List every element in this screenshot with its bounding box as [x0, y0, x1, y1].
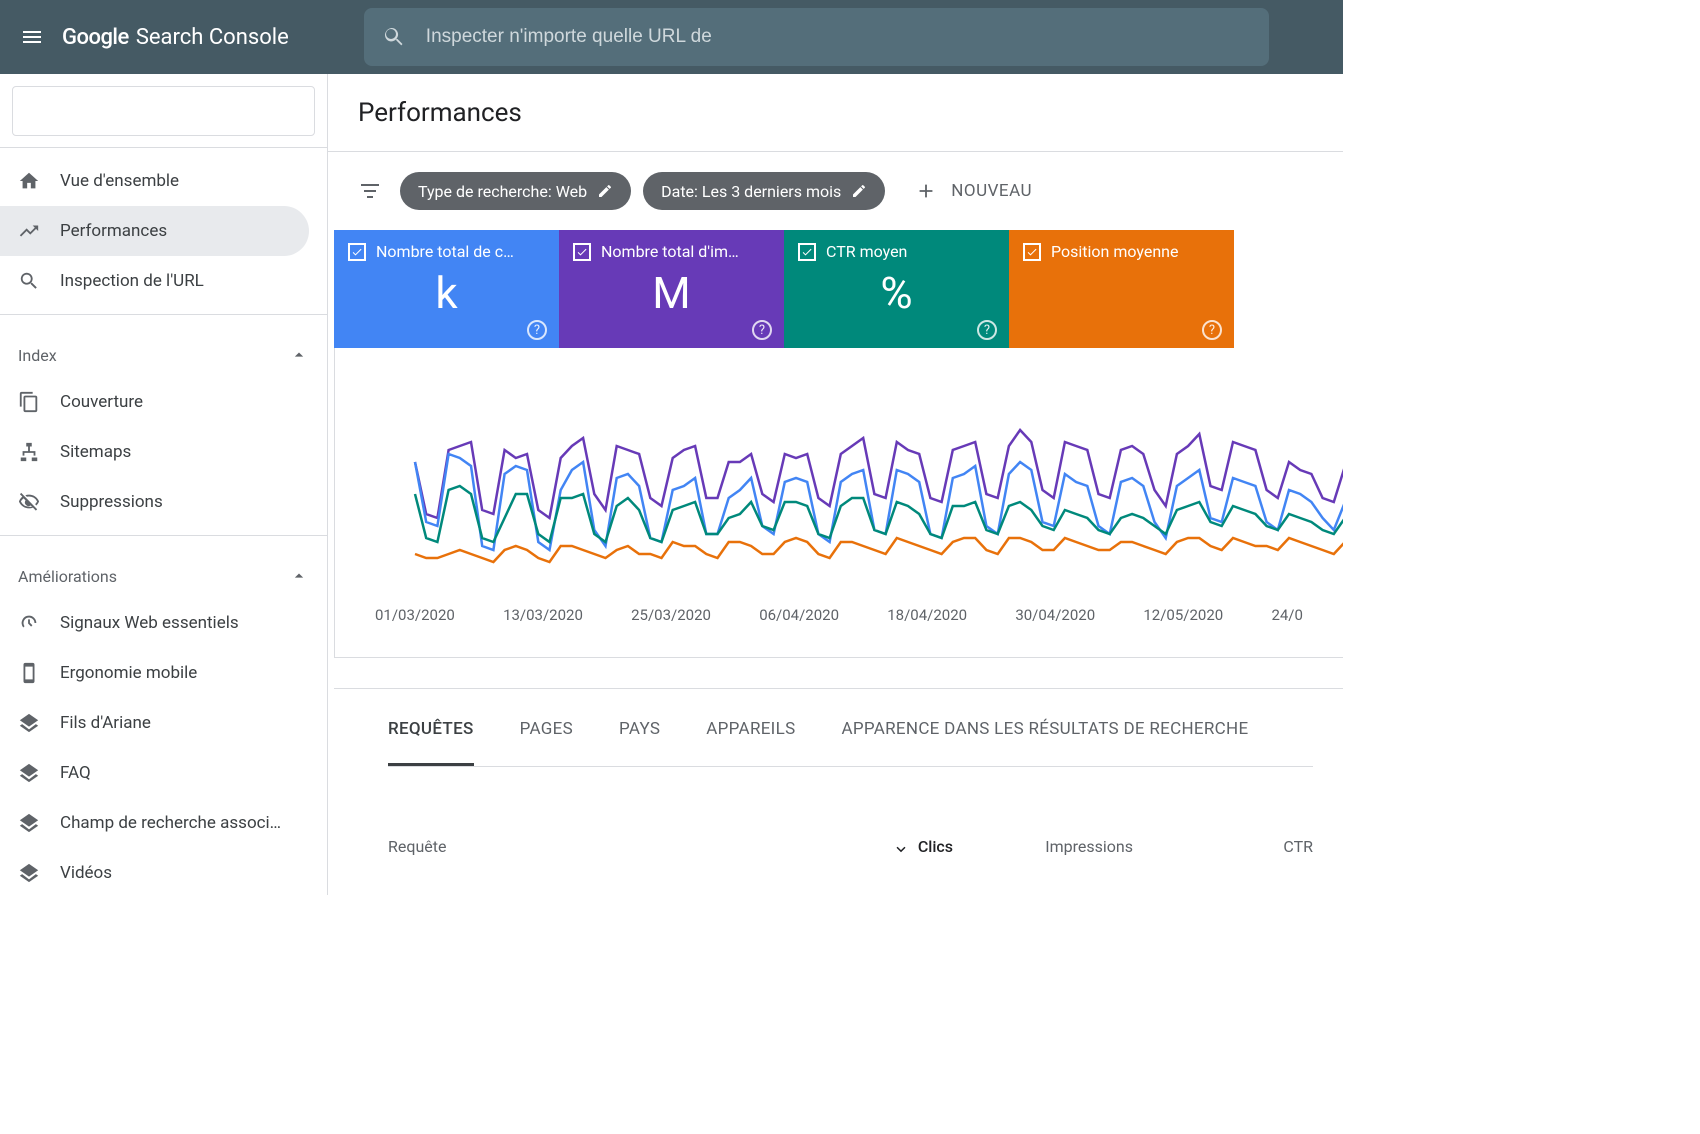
- metric-card-clicks[interactable]: Nombre total de c… k ?: [334, 230, 559, 348]
- tab-apparence-dans-les-résultats-de-recherche[interactable]: APPARENCE DANS LES RÉSULTATS DE RECHERCH…: [841, 719, 1248, 766]
- series-clics: [415, 454, 1343, 550]
- series-position: [415, 538, 1343, 562]
- nav-label: Performances: [60, 221, 167, 241]
- section-enh-heading[interactable]: Améliorations: [0, 554, 327, 598]
- nav-videos[interactable]: Vidéos: [0, 848, 309, 895]
- url-search-box[interactable]: [364, 8, 1269, 66]
- nav-performances[interactable]: Performances: [0, 206, 309, 256]
- main-content: Performances Type de recherche: Web Date…: [328, 74, 1343, 895]
- arrow-down-icon: [892, 838, 910, 856]
- sidebar: Vue d'ensemble Performances Inspection d…: [0, 74, 328, 895]
- edit-icon: [597, 183, 613, 199]
- metric-label: Position moyenne: [1051, 242, 1178, 261]
- tab-pays[interactable]: PAYS: [619, 719, 660, 766]
- hamburger-icon: [20, 25, 44, 49]
- layers-icon: [18, 762, 40, 784]
- tab-pages[interactable]: PAGES: [520, 719, 573, 766]
- nav-breadcrumbs[interactable]: Fils d'Ariane: [0, 698, 309, 748]
- property-selector[interactable]: [0, 74, 327, 148]
- home-icon: [18, 170, 40, 192]
- x-tick: 25/03/2020: [631, 606, 711, 624]
- speed-icon: [18, 612, 40, 634]
- metric-card-impr[interactable]: Nombre total d'im… M ?: [559, 230, 784, 348]
- col-clicks[interactable]: Clics: [773, 837, 953, 856]
- metric-card-ctr[interactable]: CTR moyen % ?: [784, 230, 1009, 348]
- trend-icon: [18, 220, 40, 242]
- metric-value: M: [573, 267, 770, 319]
- x-tick: 30/04/2020: [1015, 606, 1095, 624]
- nav-removals[interactable]: Suppressions: [0, 477, 309, 527]
- metric-label: Nombre total d'im…: [601, 242, 739, 261]
- data-tabs: REQUÊTES PAGES PAYS APPAREILS APPARENCE DANS…: [388, 719, 1313, 767]
- menu-button[interactable]: [8, 13, 56, 61]
- x-tick: 01/03/2020: [375, 606, 455, 624]
- nav-sitelinks-searchbox[interactable]: Champ de recherche associ…: [0, 798, 309, 848]
- nav-label: Vue d'ensemble: [60, 171, 179, 191]
- copy-icon: [18, 391, 40, 413]
- new-filter-button[interactable]: NOUVEAU: [915, 180, 1032, 202]
- x-tick: 24/0: [1271, 606, 1302, 624]
- layers-icon: [18, 712, 40, 734]
- x-tick: 12/05/2020: [1143, 606, 1223, 624]
- search-icon: [382, 25, 406, 49]
- nav-label: Inspection de l'URL: [60, 271, 204, 291]
- col-ctr[interactable]: CTR: [1133, 837, 1313, 856]
- edit-icon: [851, 183, 867, 199]
- metric-value: k: [348, 267, 545, 319]
- mobile-icon: [18, 662, 40, 684]
- chip-date[interactable]: Date: Les 3 derniers mois: [643, 172, 885, 210]
- filter-icon: [358, 179, 382, 203]
- section-index-heading[interactable]: Index: [0, 333, 327, 377]
- chevron-up-icon: [289, 345, 309, 365]
- help-icon[interactable]: ?: [977, 320, 997, 340]
- layers-icon: [18, 812, 40, 834]
- nav-coverage[interactable]: Couverture: [0, 377, 309, 427]
- performance-chart[interactable]: 01/03/2020 13/03/2020 25/03/2020 06/04/2020…: [334, 348, 1343, 658]
- nav-faq[interactable]: FAQ: [0, 748, 309, 798]
- checkbox-icon: [348, 243, 366, 261]
- tab-appareils[interactable]: APPAREILS: [706, 719, 795, 766]
- metric-label: Nombre total de c…: [376, 242, 514, 261]
- checkbox-icon: [798, 243, 816, 261]
- nav-core-web-vitals[interactable]: Signaux Web essentiels: [0, 598, 309, 648]
- nav-sitemaps[interactable]: Sitemaps: [0, 427, 309, 477]
- search-icon: [18, 270, 40, 292]
- chip-search-type[interactable]: Type de recherche: Web: [400, 172, 631, 210]
- chevron-up-icon: [289, 566, 309, 586]
- plus-icon: [915, 180, 937, 202]
- tab-requêtes[interactable]: REQUÊTES: [388, 719, 474, 766]
- chart-lines: [335, 368, 1343, 588]
- app-logo: Google Search Console: [62, 25, 289, 50]
- col-impressions[interactable]: Impressions: [953, 837, 1133, 856]
- col-query[interactable]: Requête: [388, 837, 773, 856]
- nav-url-inspection[interactable]: Inspection de l'URL: [0, 256, 309, 306]
- sitemap-icon: [18, 441, 40, 463]
- url-search-input[interactable]: [426, 26, 1251, 48]
- layers-icon: [18, 862, 40, 884]
- help-icon[interactable]: ?: [527, 320, 547, 340]
- chart-x-axis: 01/03/2020 13/03/2020 25/03/2020 06/04/2020…: [335, 588, 1343, 634]
- x-tick: 18/04/2020: [887, 606, 967, 624]
- page-title: Performances: [358, 98, 522, 128]
- help-icon[interactable]: ?: [1202, 320, 1222, 340]
- nav-overview[interactable]: Vue d'ensemble: [0, 156, 309, 206]
- x-tick: 13/03/2020: [503, 606, 583, 624]
- nav-mobile-usability[interactable]: Ergonomie mobile: [0, 648, 309, 698]
- metric-card-pos[interactable]: Position moyenne ?: [1009, 230, 1234, 348]
- metric-label: CTR moyen: [826, 242, 907, 261]
- checkbox-icon: [573, 243, 591, 261]
- eye-off-icon: [18, 491, 40, 513]
- metric-value: %: [798, 267, 995, 319]
- x-tick: 06/04/2020: [759, 606, 839, 624]
- series-impressions: [415, 430, 1343, 518]
- checkbox-icon: [1023, 243, 1041, 261]
- help-icon[interactable]: ?: [752, 320, 772, 340]
